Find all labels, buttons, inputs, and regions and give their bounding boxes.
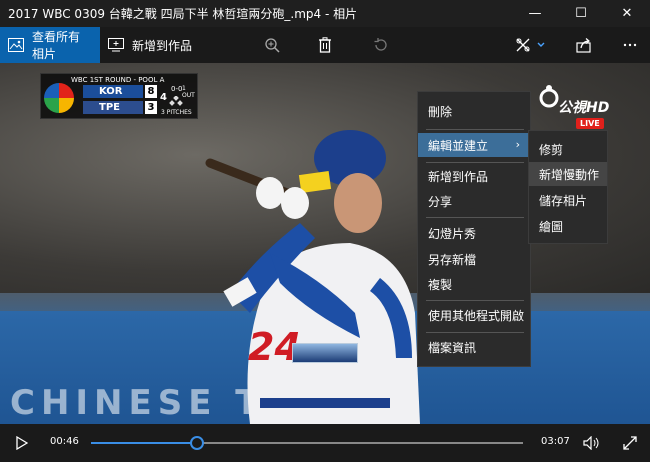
current-time: 00:46: [50, 436, 79, 447]
submenu-item-draw[interactable]: 繪圖: [529, 214, 607, 238]
team2-runs: 3: [145, 101, 157, 114]
more-icon[interactable]: [614, 27, 646, 63]
channel-emblem-icon: [539, 85, 559, 108]
zoom-in-icon[interactable]: [256, 27, 288, 63]
menu-separator: [426, 129, 524, 130]
share-icon[interactable]: [568, 27, 600, 63]
menu-item-delete[interactable]: 刪除: [418, 99, 530, 123]
scoreboard: WBC 1ST ROUND - POOL A KOR 8 TPE 3 4 0-0…: [40, 73, 198, 119]
maximize-button[interactable]: ☐: [558, 0, 604, 27]
add-to-creation-label: 新增到作品: [132, 38, 193, 53]
delete-icon[interactable]: [309, 27, 341, 63]
menu-separator: [426, 162, 524, 163]
photo-icon: [8, 38, 24, 52]
live-badge: LIVE: [576, 118, 604, 129]
channel-logo: 公視HD LIVE: [538, 80, 610, 130]
add-to-album-icon: [108, 38, 124, 52]
volume-icon[interactable]: [580, 424, 604, 462]
bases-icon: [169, 96, 183, 106]
pitch-count: 3 PITCHES: [161, 109, 192, 116]
seek-bar[interactable]: [91, 436, 523, 450]
lower-graphic: [292, 343, 358, 363]
menu-separator: [426, 300, 524, 301]
menu-separator: [426, 217, 524, 218]
team1-runs: 8: [145, 85, 157, 98]
view-all-photos-button[interactable]: 查看所有相片: [0, 27, 100, 63]
edit-create-submenu: 修剪 新增慢動作 儲存相片 繪圖: [528, 130, 608, 244]
batter-figure: [205, 130, 420, 424]
edit-create-icon[interactable]: [510, 27, 550, 63]
title-bar: 2017 WBC 0309 台韓之戰 四局下半 林哲瑄兩分砲_.mp4 - 相片…: [0, 0, 650, 27]
team2-name: TPE: [83, 101, 143, 114]
fullscreen-icon[interactable]: [618, 424, 642, 462]
view-all-photos-label: 查看所有相片: [32, 30, 81, 61]
menu-item-save-as[interactable]: 另存新檔: [418, 247, 530, 271]
wbc-logo-icon: [44, 83, 74, 113]
menu-item-share[interactable]: 分享: [418, 189, 530, 213]
add-to-creation-button[interactable]: 新增到作品: [100, 27, 200, 63]
team1-name: KOR: [83, 85, 143, 98]
minimize-button[interactable]: —: [512, 0, 558, 27]
window-title: 2017 WBC 0309 台韓之戰 四局下半 林哲瑄兩分砲_.mp4 - 相片: [8, 7, 358, 21]
play-icon[interactable]: [10, 424, 34, 462]
menu-item-slideshow[interactable]: 幻燈片秀: [418, 221, 530, 245]
seek-bar-progress: [91, 442, 198, 444]
seek-thumb[interactable]: [190, 436, 205, 450]
menu-item-add-to-creation[interactable]: 新增到作品: [418, 164, 530, 188]
menu-separator: [426, 332, 524, 333]
total-time: 03:07: [541, 436, 570, 447]
rotate-icon[interactable]: [365, 27, 397, 63]
playback-controls: 00:46 03:07: [0, 424, 650, 462]
submenu-item-save-photo[interactable]: 儲存相片: [529, 188, 607, 212]
ball-strike-count: 0-0: [171, 85, 183, 93]
context-menu: 刪除 編輯並建立 › 新增到作品 分享 幻燈片秀 另存新檔 複製 使用其他程式開…: [417, 91, 531, 367]
menu-item-copy[interactable]: 複製: [418, 272, 530, 296]
menu-item-edit-create-label: 編輯並建立: [428, 138, 489, 153]
menu-item-file-info[interactable]: 檔案資訊: [418, 335, 530, 359]
close-button[interactable]: ✕: [604, 0, 650, 27]
menu-item-edit-create[interactable]: 編輯並建立 ›: [418, 133, 530, 157]
chevron-right-icon: ›: [515, 138, 520, 151]
menu-item-open-with[interactable]: 使用其他程式開啟: [418, 303, 530, 327]
scoreboard-header: WBC 1ST ROUND - POOL A: [71, 76, 165, 84]
outs-count: 1 OUT: [182, 85, 195, 99]
inning-number: 4: [160, 92, 167, 103]
submenu-item-trim[interactable]: 修剪: [529, 137, 607, 161]
submenu-item-add-slow-motion[interactable]: 新增慢動作: [529, 162, 607, 186]
toolbar: 查看所有相片 新增到作品: [0, 27, 650, 63]
channel-name: 公視HD: [558, 100, 610, 116]
